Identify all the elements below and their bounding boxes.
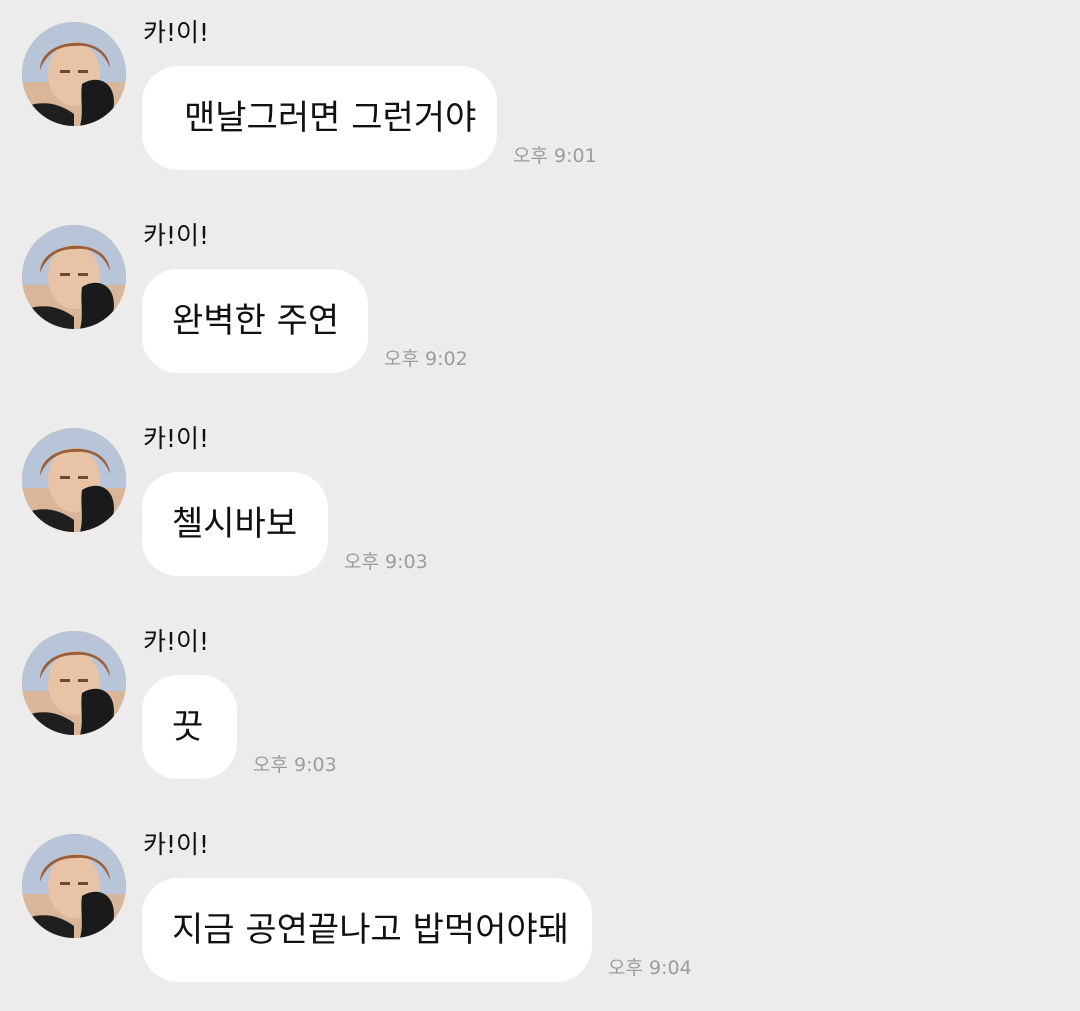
avatar-photo	[22, 428, 126, 532]
message-time: 오후 9:03	[344, 551, 428, 573]
message-bubble[interactable]: 맨날그러면 그런거야	[142, 66, 497, 170]
message-time: 오후 9:03	[253, 754, 337, 776]
sender-avatar[interactable]	[22, 428, 126, 532]
message-bubble[interactable]: 지금 공연끝나고 밥먹어야돼	[142, 878, 592, 982]
avatar-photo	[22, 22, 126, 126]
sender-avatar[interactable]	[22, 834, 126, 938]
message-time: 오후 9:02	[384, 348, 468, 370]
avatar-photo	[22, 225, 126, 329]
sender-avatar[interactable]	[22, 225, 126, 329]
message-row: 카!이! 첼시바보 오후 9:03	[0, 406, 1080, 576]
message-bubble[interactable]: 첼시바보	[142, 472, 328, 576]
message-row: 카!이! 완벽한 주연 오후 9:02	[0, 203, 1080, 373]
sender-name: 카!이!	[143, 830, 210, 859]
avatar-photo	[22, 631, 126, 735]
chat-message-list[interactable]: 카!이! 맨날그러면 그런거야 오후 9:01 카!이! 완벽한 주연 오후 9…	[0, 0, 1080, 1011]
message-time: 오후 9:04	[608, 957, 692, 979]
message-bubble[interactable]: 완벽한 주연	[142, 269, 368, 373]
message-row: 카!이! 맨날그러면 그런거야 오후 9:01	[0, 0, 1080, 170]
message-row: 카!이! 지금 공연끝나고 밥먹어야돼 오후 9:04	[0, 812, 1080, 982]
sender-name: 카!이!	[143, 18, 210, 47]
message-bubble[interactable]: 끗	[142, 675, 237, 779]
message-row: 카!이! 끗 오후 9:03	[0, 609, 1080, 779]
sender-name: 카!이!	[143, 424, 210, 453]
sender-name: 카!이!	[143, 627, 210, 656]
sender-name: 카!이!	[143, 221, 210, 250]
sender-avatar[interactable]	[22, 631, 126, 735]
sender-avatar[interactable]	[22, 22, 126, 126]
avatar-photo	[22, 834, 126, 938]
message-time: 오후 9:01	[513, 145, 597, 167]
